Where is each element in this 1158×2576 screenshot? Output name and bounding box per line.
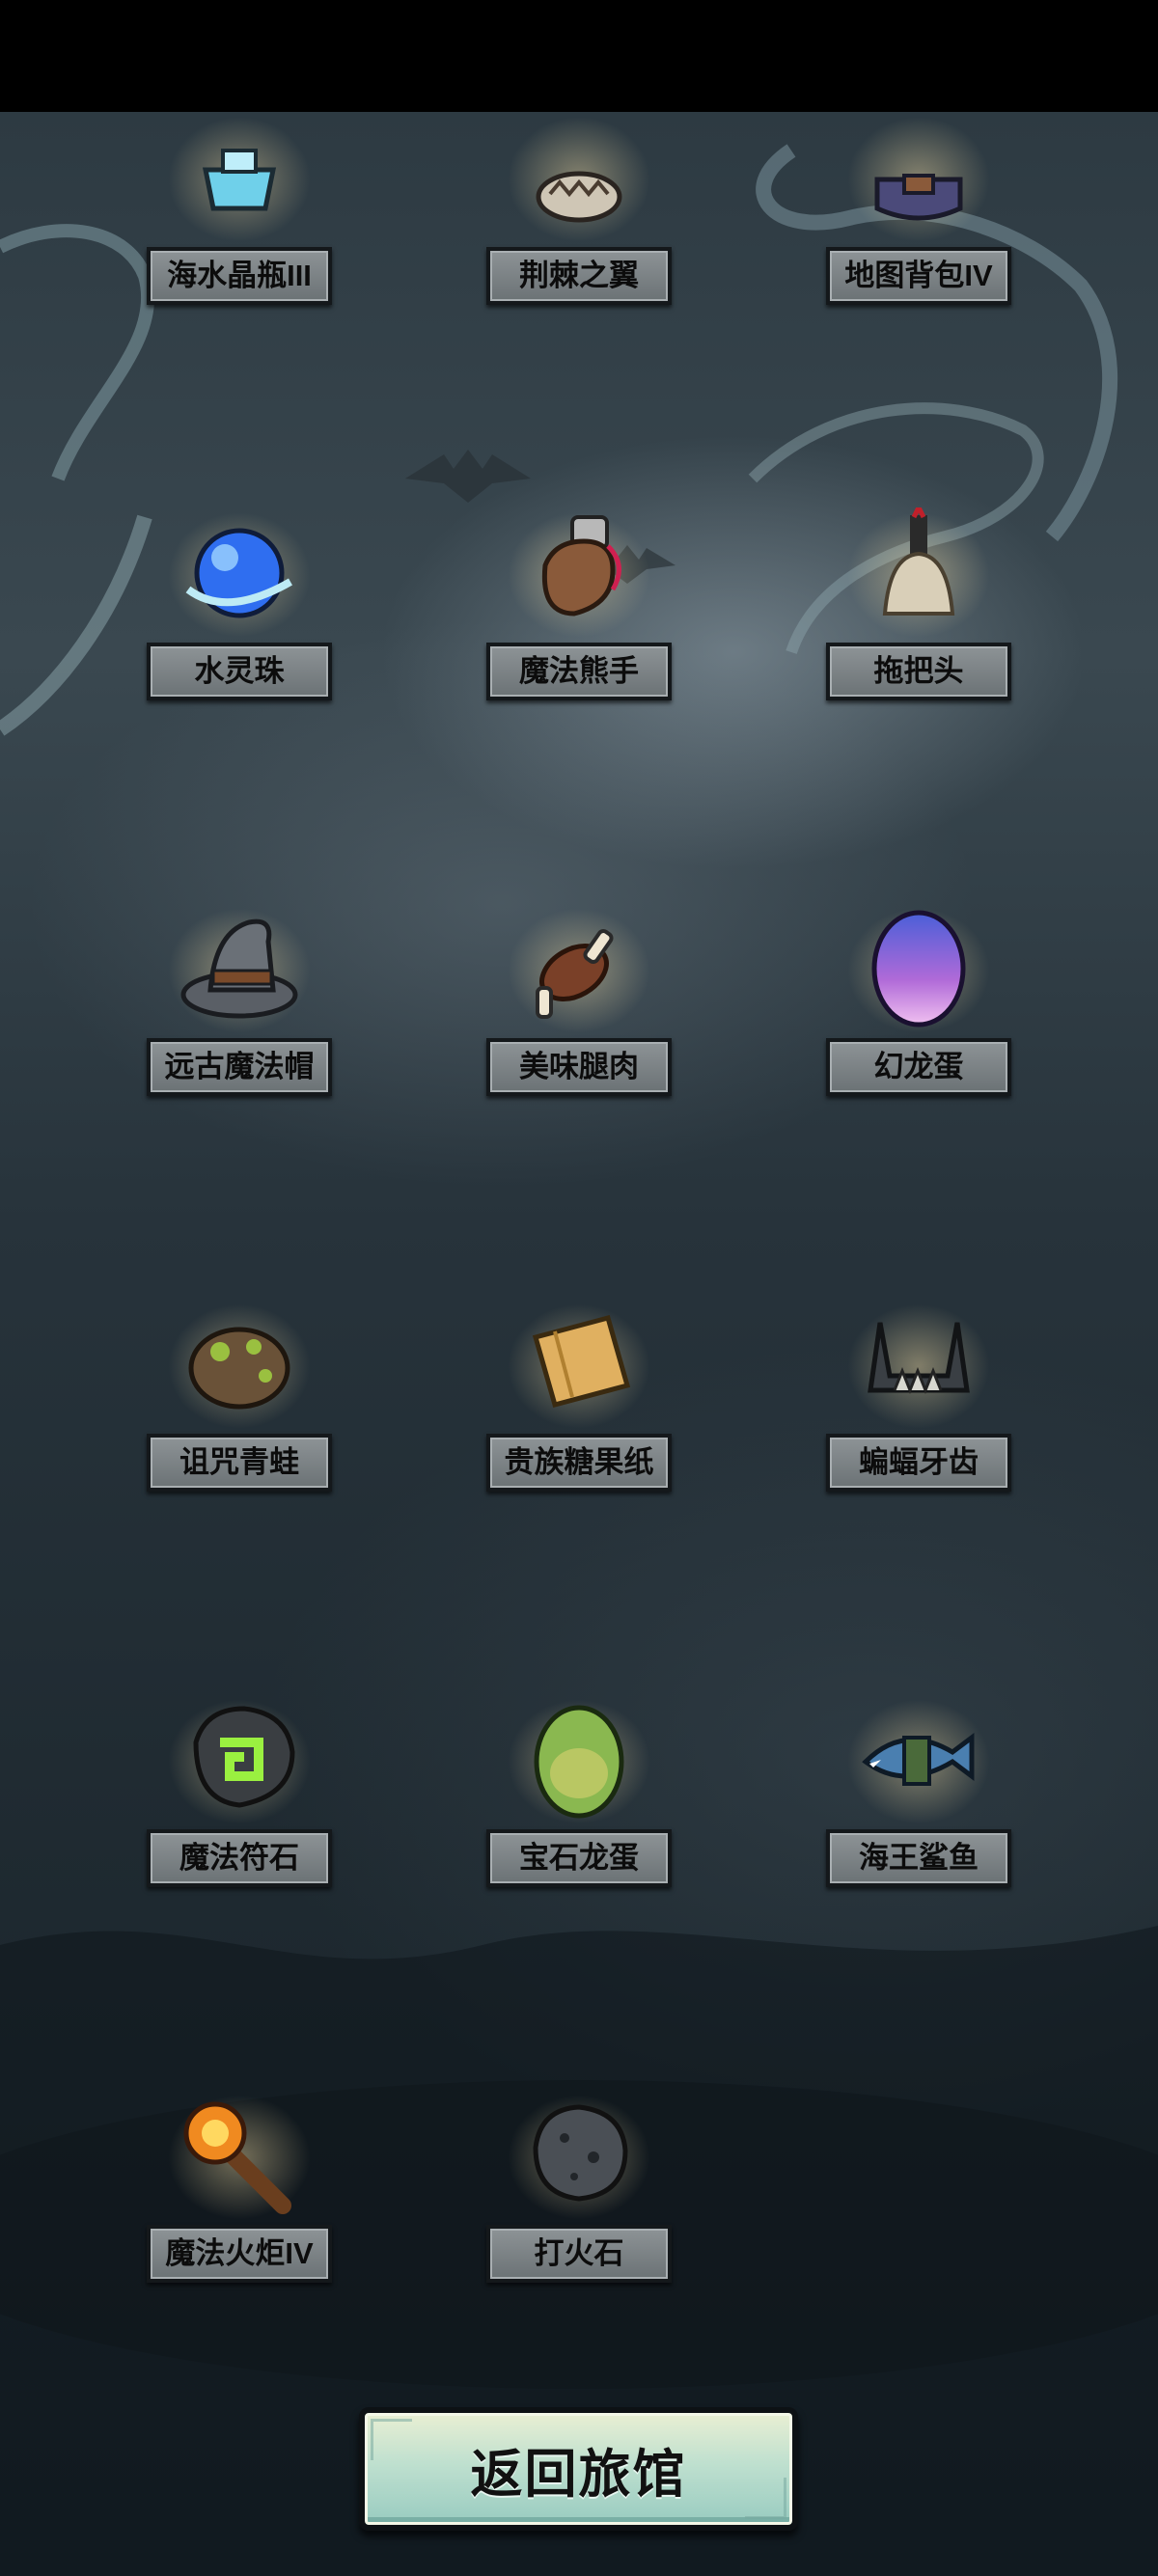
item-label: 海王鲨鱼 (826, 1829, 1011, 1887)
inventory-item[interactable]: 拖把头 (822, 450, 1015, 700)
return-button-label: 返回旅馆 (470, 2445, 687, 2504)
map-backpack-icon (874, 174, 963, 221)
gem-dragon-egg-icon (534, 1705, 624, 1819)
item-label: 贵族糖果纸 (486, 1434, 672, 1492)
item-label: 魔法火炬IV (147, 2225, 332, 2283)
item-label: 魔法符石 (147, 1829, 332, 1887)
item-label: 地图背包IV (826, 247, 1011, 305)
inventory-item[interactable]: 魔法熊手 (482, 450, 676, 700)
bat-teeth-icon (868, 1322, 970, 1395)
flint-stone-icon (533, 2104, 628, 2202)
water-spirit-orb-icon (185, 528, 292, 618)
mop-head-icon (882, 507, 955, 616)
item-label: 拖把头 (826, 643, 1011, 700)
noble-candy-wrapper-icon (532, 1314, 631, 1409)
inventory-item[interactable]: 远古魔法帽 (143, 845, 336, 1096)
inventory-item[interactable]: 荆棘之翼 (482, 112, 676, 305)
inventory-item[interactable]: 美味腿肉 (482, 845, 676, 1096)
sea-crystal-bottle-icon (202, 149, 277, 211)
inventory-item[interactable]: 打火石 (482, 2032, 676, 2283)
inventory-item[interactable]: 宝石龙蛋 (482, 1636, 676, 1887)
inventory-item[interactable]: 海水晶瓶III (143, 112, 336, 305)
cursed-frog-icon (188, 1327, 290, 1410)
status-bar (0, 0, 1158, 112)
thorn-wings-icon (536, 171, 622, 223)
inventory-item[interactable]: 诅咒青蛙 (143, 1241, 336, 1492)
sea-king-shark-icon (862, 1733, 975, 1786)
magic-torch-icon (183, 2101, 291, 2214)
inventory-item[interactable]: 地图背包IV (822, 112, 1015, 305)
inventory-item[interactable]: 海王鲨鱼 (822, 1636, 1015, 1887)
item-label: 蝙蝠牙齿 (826, 1434, 1011, 1492)
inventory-item[interactable]: 魔法火炬IV (143, 2032, 336, 2283)
item-label: 诅咒青蛙 (147, 1434, 332, 1492)
item-label: 荆棘之翼 (486, 247, 672, 305)
inventory-item[interactable]: 蝙蝠牙齿 (822, 1241, 1015, 1492)
item-label: 美味腿肉 (486, 1038, 672, 1096)
magic-rune-stone-icon (193, 1706, 295, 1808)
button-corner-ornament (371, 2419, 412, 2460)
item-label: 宝石龙蛋 (486, 1829, 672, 1887)
item-label: 打火石 (486, 2225, 672, 2283)
item-label: 水灵珠 (147, 643, 332, 700)
inventory-item[interactable]: 魔法符石 (143, 1636, 336, 1887)
inventory-item[interactable]: 幻龙蛋 (822, 845, 1015, 1096)
inventory-item[interactable]: 贵族糖果纸 (482, 1241, 676, 1492)
return-to-inn-button[interactable]: 返回旅馆 (359, 2407, 798, 2531)
inventory-item[interactable]: 水灵珠 (143, 450, 336, 700)
button-corner-ornament (745, 2478, 786, 2519)
item-label: 远古魔法帽 (147, 1038, 332, 1096)
phantom-dragon-egg-icon (871, 910, 966, 1028)
ancient-magic-hat-icon (180, 918, 298, 1019)
tasty-leg-meat-icon (536, 929, 614, 1019)
item-label: 幻龙蛋 (826, 1038, 1011, 1096)
inventory-scene[interactable]: 海水晶瓶III 荆棘之翼 地图背包IV 水灵珠 魔法熊手 拖把头 远古魔法帽 美… (0, 112, 1158, 2576)
item-label: 魔法熊手 (486, 643, 672, 700)
item-label: 海水晶瓶III (147, 247, 332, 305)
magic-bear-paw-icon (541, 515, 621, 617)
